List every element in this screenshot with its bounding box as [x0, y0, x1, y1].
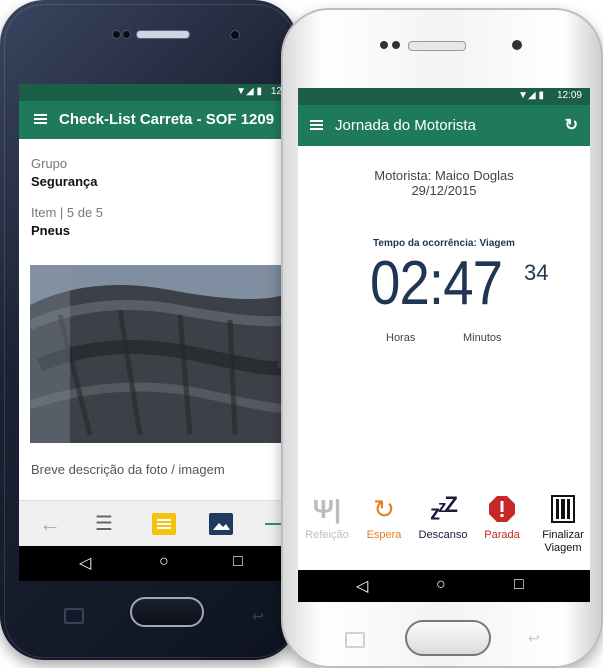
finish-barcode-icon — [551, 495, 575, 523]
home-circle-icon[interactable]: ○ — [436, 576, 446, 594]
menu-icon[interactable] — [310, 120, 323, 122]
app-toolbar: Check-List Carreta - SOF 1209 — [19, 101, 284, 139]
action-espera[interactable]: ↻ Espera — [355, 493, 413, 542]
back-arrow-icon[interactable]: ← — [39, 511, 61, 537]
toolbar-title: Check-List Carreta - SOF 1209 — [59, 111, 275, 128]
action-label: Descanso — [418, 529, 468, 541]
front-phone-sensor — [380, 41, 388, 49]
action-parada[interactable]: Parada — [473, 493, 531, 542]
minutes-label: Minutos — [463, 332, 502, 344]
action-refeicao[interactable]: Ψ| Refeição — [298, 493, 356, 542]
signal-icon: ▼◢ ▮ — [518, 90, 544, 101]
timer-hours-minutes: 02:47 — [370, 249, 503, 318]
front-phone-speaker — [408, 41, 466, 51]
front-phone-sensor-2 — [392, 41, 400, 49]
bottom-action-bar: ← ☰ — [19, 500, 284, 547]
clock-refresh-icon: ↻ — [373, 493, 395, 524]
image-icon[interactable] — [209, 513, 233, 535]
back-phone-home-button[interactable] — [130, 597, 204, 627]
back-phone-sensor-2 — [122, 30, 131, 39]
hours-label: Horas — [386, 332, 416, 344]
tire-image — [30, 265, 284, 443]
recents-square-icon[interactable]: □ — [514, 576, 524, 594]
action-finalizar-viagem[interactable]: Finalizar Viagem — [534, 493, 590, 555]
comment-icon[interactable] — [152, 513, 176, 535]
item-value: Pneus — [31, 223, 71, 238]
back-phone-sensor — [112, 30, 121, 39]
app-toolbar: Jornada do Motorista ↻ — [298, 105, 590, 146]
back-phone-camera — [230, 30, 240, 40]
signal-icon: ▼◢ ▮ — [236, 86, 262, 97]
back-phone-screen: ▼◢ ▮ 12 Check-List Carreta - SOF 1209 Gr… — [19, 84, 284, 581]
status-time: 12:09 — [556, 90, 582, 101]
photo-caption: Breve descrição da foto / imagem — [31, 462, 225, 477]
back-triangle-icon[interactable]: ◁ — [356, 576, 368, 596]
sleep-zzz-icon: zzZ — [430, 492, 458, 525]
grupo-label: Grupo — [31, 156, 68, 171]
action-label: Finalizar Viagem — [542, 529, 584, 554]
back-triangle-icon[interactable]: ◁ — [79, 553, 91, 573]
status-bar: ▼◢ ▮ 12:09 — [298, 88, 590, 105]
action-descanso[interactable]: zzZ Descanso — [414, 492, 472, 542]
timer-seconds: 34 — [524, 260, 549, 285]
action-label: Espera — [366, 529, 402, 541]
recents-square-icon[interactable]: □ — [233, 553, 243, 571]
menu-icon[interactable] — [34, 114, 47, 116]
back-phone-back-key: ↩ — [252, 608, 264, 624]
back-phone-recents-key — [64, 608, 84, 624]
grupo-value: Segurança — [31, 174, 98, 189]
toolbar-title: Jornada do Motorista — [335, 117, 476, 134]
android-nav-bar: ◁ ○ □ — [298, 570, 590, 602]
front-phone-back-key: ↩ — [528, 630, 540, 646]
status-bar: ▼◢ ▮ 12 — [19, 84, 284, 101]
home-circle-icon[interactable]: ○ — [159, 553, 169, 571]
journey-date: 29/12/2015 — [411, 183, 477, 198]
front-phone-screen: ▼◢ ▮ 12:09 Jornada do Motorista ↻ Motori… — [298, 88, 590, 602]
list-icon[interactable]: ☰ — [95, 511, 113, 536]
android-nav-bar: ◁ ○ □ — [19, 546, 284, 581]
front-phone-home-button[interactable] — [405, 620, 491, 656]
action-label: Parada — [484, 529, 520, 541]
item-label: Item | 5 de 5 — [31, 205, 104, 220]
cutlery-icon: Ψ| — [312, 493, 342, 524]
driver-name: Motorista: Maico Doglas — [374, 168, 514, 183]
tire-photo[interactable] — [30, 265, 284, 443]
front-phone-camera — [512, 40, 522, 50]
stop-octagon-icon — [489, 496, 515, 522]
refresh-icon[interactable]: ↻ — [565, 115, 578, 135]
front-phone-recents-key — [345, 632, 365, 648]
back-phone-speaker — [136, 30, 190, 39]
action-label: Refeição — [305, 529, 349, 541]
